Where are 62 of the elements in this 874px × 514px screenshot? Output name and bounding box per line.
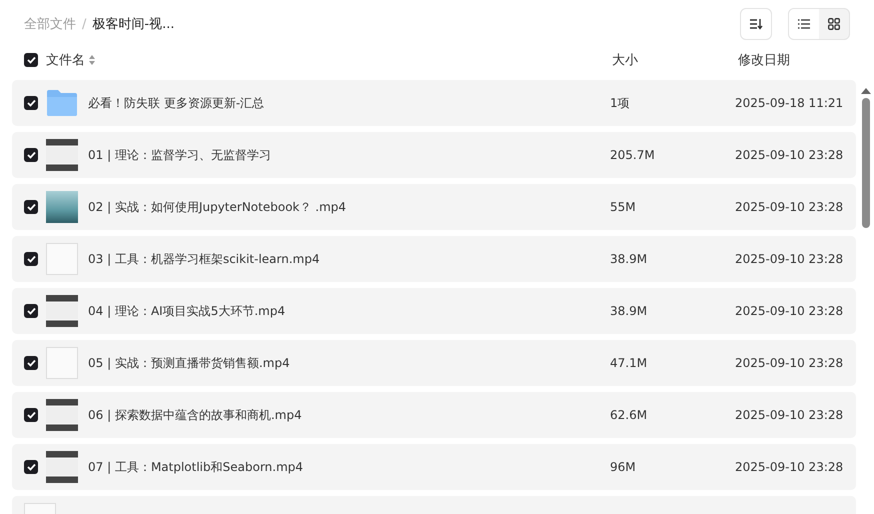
modified-date: 2025-09-10 23:28 [735, 408, 844, 422]
breadcrumb-separator: / [82, 16, 86, 32]
file-row[interactable]: 04 | 理论：AI项目实战5大环节.mp4 38.9M 2025-09-10 23:28 [12, 288, 856, 334]
file-size: 38.9M [610, 304, 648, 318]
modified-date: 2025-09-10 23:28 [735, 200, 844, 214]
video-thumbnail [46, 139, 78, 171]
column-header[interactable]: 大小 [612, 53, 638, 68]
file-size: 96M [610, 460, 636, 474]
scrollbar-thumb[interactable] [862, 98, 870, 228]
list-view-button[interactable] [789, 9, 819, 39]
row-checkbox[interactable] [24, 252, 38, 266]
folder-icon [46, 89, 78, 117]
modified-date: 2025-09-18 11:21 [735, 96, 844, 110]
select-all-checkbox[interactable] [24, 53, 38, 67]
file-name[interactable]: 07 | 工具：Matplotlib和Seaborn.mp4 [88, 460, 304, 474]
modified-date: 2025-09-10 23:28 [735, 148, 844, 162]
row-checkbox[interactable] [24, 460, 38, 474]
file-name[interactable]: 01 | 理论：监督学习、无监督学习 [88, 148, 271, 162]
modified-date: 2025-09-10 23:28 [735, 460, 844, 474]
file-size: 47.1M [610, 356, 648, 370]
grid-icon [828, 18, 840, 30]
sort-icon [749, 18, 763, 30]
video-thumbnail [46, 399, 78, 431]
scroll-up-icon[interactable] [861, 88, 872, 94]
row-checkbox[interactable] [24, 408, 38, 422]
file-size: 38.9M [610, 252, 648, 266]
video-thumbnail [46, 191, 78, 223]
file-name[interactable]: 03 | 工具：机器学习框架scikit-learn.mp4 [88, 252, 320, 266]
file-size: 62.6M [610, 408, 648, 422]
video-thumbnail [46, 451, 78, 483]
file-name[interactable]: 02 | 实战：如何使用JupyterNotebook？ .mp4 [88, 200, 346, 214]
modified-date: 2025-09-10 23:28 [735, 356, 844, 370]
column-header[interactable]: 文件名 [46, 51, 85, 69]
row-checkbox[interactable] [24, 304, 38, 318]
video-thumbnail [46, 243, 78, 275]
sort-icon[interactable] [89, 55, 95, 65]
file-row[interactable]: 必看！防失联 更多资源更新-汇总 1项 2025-09-18 11:21 [12, 80, 856, 126]
sort-button[interactable] [740, 8, 772, 40]
file-row[interactable]: 05 | 实战：预测直播带货销售额.mp4 47.1M 2025-09-10 23:28 [12, 340, 856, 386]
row-checkbox[interactable] [24, 148, 38, 162]
list-icon [798, 19, 810, 29]
file-name[interactable]: 05 | 实战：预测直播带货销售额.mp4 [88, 356, 290, 370]
file-name[interactable]: 04 | 理论：AI项目实战5大环节.mp4 [88, 304, 286, 318]
modified-date: 2025-09-10 23:28 [735, 304, 844, 318]
breadcrumb-link[interactable]: 极客时间-视... [92, 15, 174, 33]
row-checkbox[interactable] [24, 356, 38, 370]
file-size: 1项 [610, 96, 630, 110]
file-row[interactable]: 07 | 工具：Matplotlib和Seaborn.mp4 96M 2025-09-10 23:28 [12, 444, 856, 490]
row-checkbox[interactable] [24, 96, 38, 110]
file-size: 55M [610, 200, 636, 214]
file-row[interactable]: 03 | 工具：机器学习框架scikit-learn.mp4 38.9M 2025-09-10 23:28 [12, 236, 856, 282]
column-header[interactable]: 修改日期 [738, 53, 790, 68]
file-name[interactable]: 06 | 探索数据中蕴含的故事和商机.mp4 [88, 408, 302, 422]
file-row[interactable]: 06 | 探索数据中蕴含的故事和商机.mp4 62.6M 2025-09-10 23:28 [12, 392, 856, 438]
modified-date: 2025-09-10 23:28 [735, 252, 844, 266]
file-row[interactable]: 02 | 实战：如何使用JupyterNotebook？ .mp4 55M 2025-09-10 23:28 [12, 184, 856, 230]
video-thumbnail [46, 295, 78, 327]
video-thumbnail [46, 347, 78, 379]
file-size: 205.7M [610, 148, 655, 162]
file-row[interactable]: 01 | 理论：监督学习、无监督学习 205.7M 2025-09-10 23:28 [12, 132, 856, 178]
file-name[interactable]: 必看！防失联 更多资源更新-汇总 [88, 96, 264, 110]
row-checkbox[interactable] [24, 200, 38, 214]
